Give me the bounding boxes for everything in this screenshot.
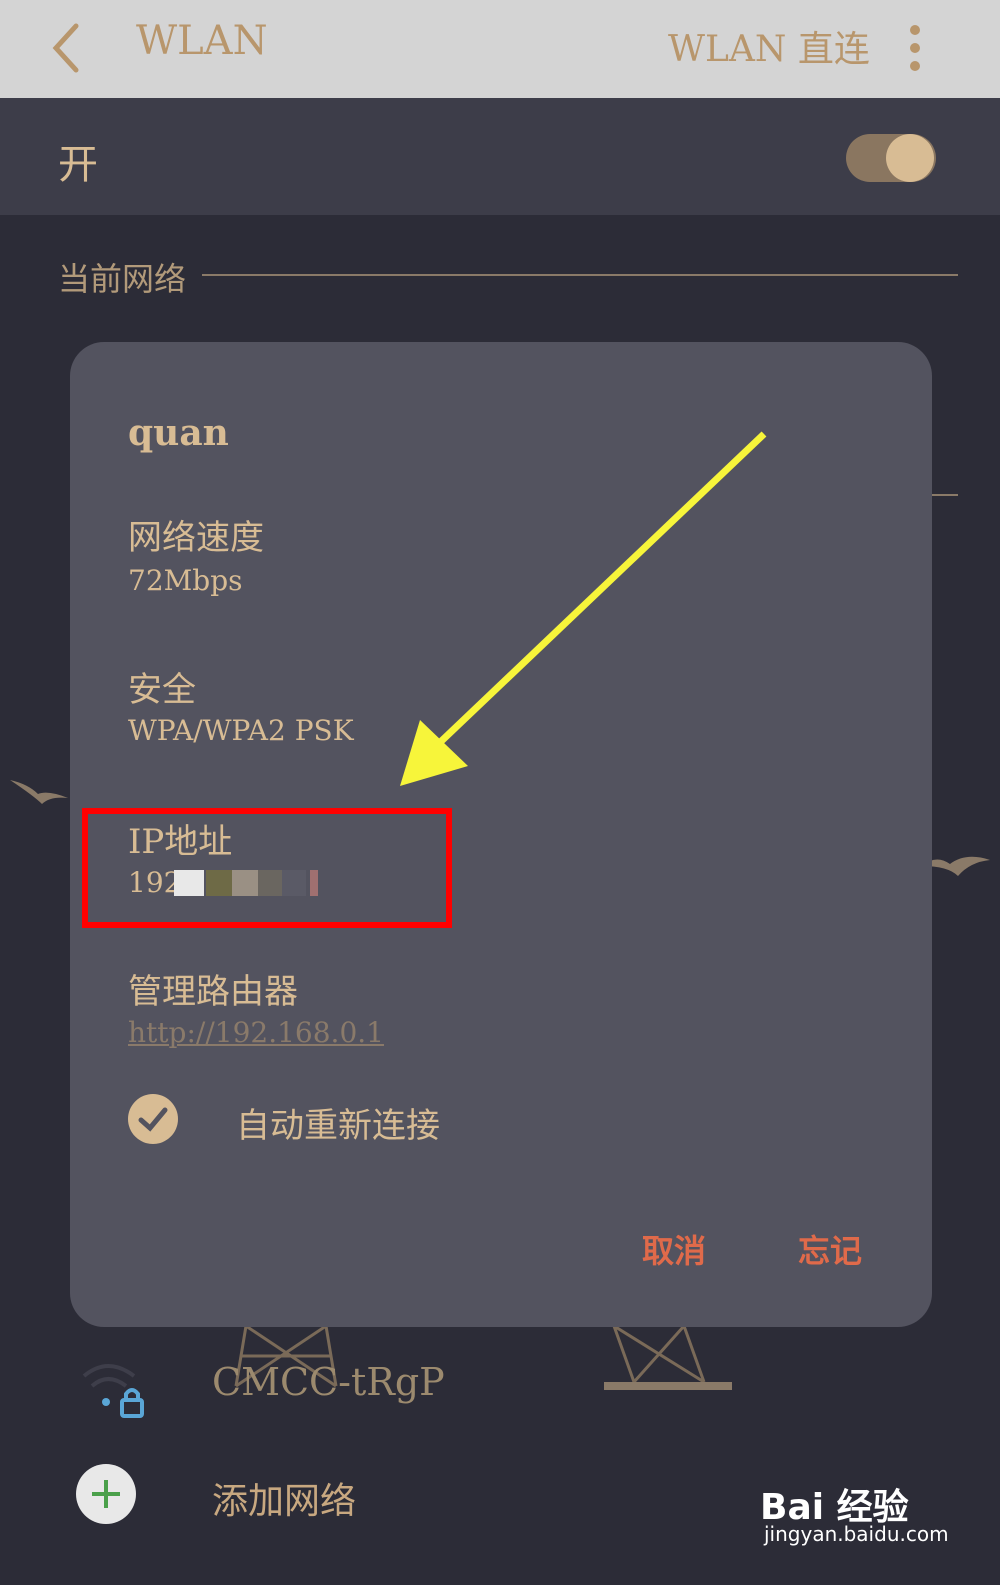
watermark-url: jingyan.baidu.com bbox=[764, 1522, 949, 1546]
yellow-arrow-icon bbox=[400, 431, 767, 786]
